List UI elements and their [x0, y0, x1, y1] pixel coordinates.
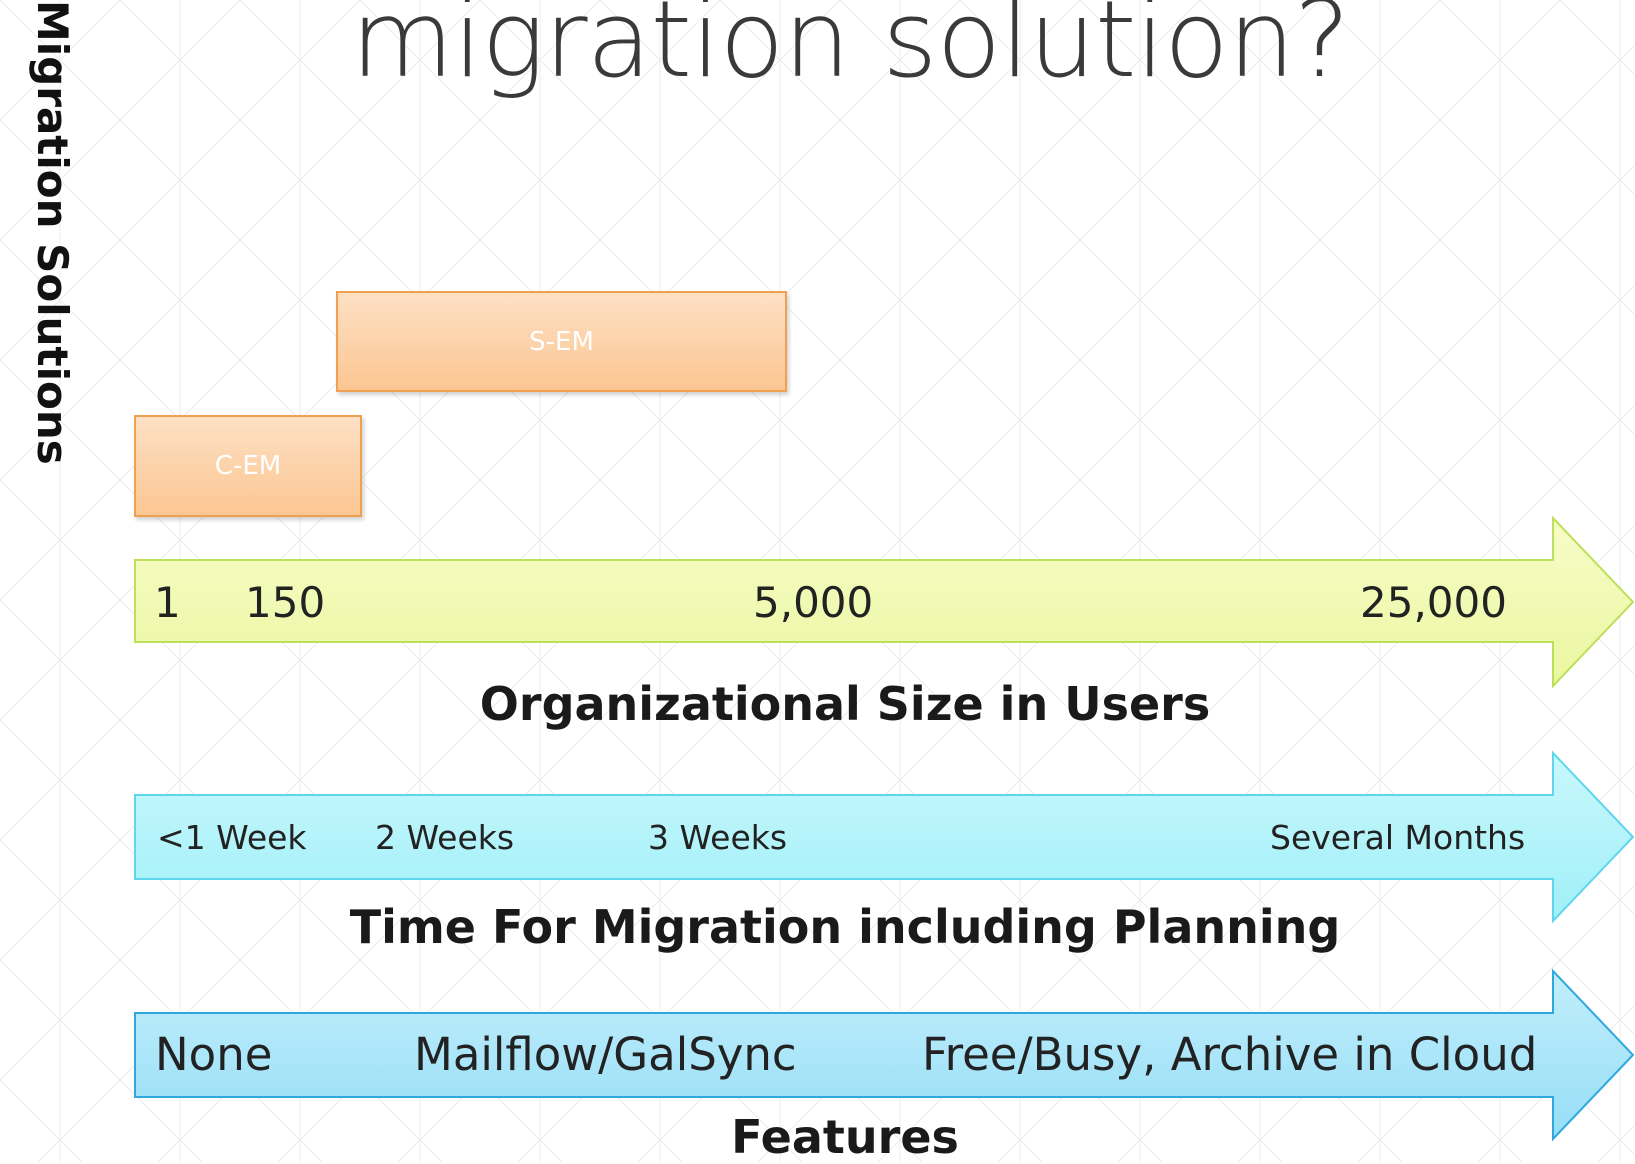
size-tick-5000: 5,000 [753, 578, 874, 627]
solution-label-c-em: C-EM [214, 451, 282, 481]
slide-title: migration solution? [350, 0, 1351, 101]
features-tick-freebusy: Free/Busy, Archive in Cloud [922, 1028, 1538, 1081]
time-axis-title: Time For Migration including Planning [349, 900, 1341, 954]
time-tick-several-months: Several Months [1270, 818, 1526, 857]
size-tick-150: 150 [245, 578, 326, 627]
features-axis-title: Features [731, 1110, 959, 1164]
features-tick-mailflow: Mailflow/GalSync [414, 1028, 797, 1081]
solution-label-s-em: S-EM [529, 326, 594, 357]
time-tick-2-weeks: 2 Weeks [375, 818, 515, 857]
size-axis-title: Organizational Size in Users [479, 677, 1211, 731]
solution-box-c-em: C-EM [134, 415, 362, 517]
features-tick-none: None [155, 1028, 273, 1081]
size-tick-25000: 25,000 [1360, 578, 1507, 627]
time-tick-3-weeks: 3 Weeks [648, 818, 788, 857]
size-tick-1: 1 [154, 578, 181, 627]
time-tick-1-week: <1 Week [157, 818, 307, 857]
migration-solutions-label: Migration Solutions [28, 0, 77, 465]
solution-box-s-em: S-EM [336, 291, 787, 392]
